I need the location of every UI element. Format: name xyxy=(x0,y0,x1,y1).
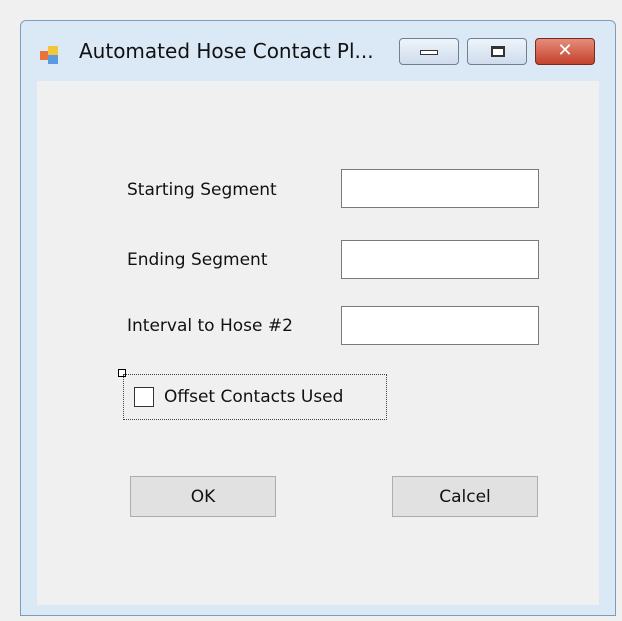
offset-contacts-checkbox-group[interactable]: Offset Contacts Used xyxy=(123,374,387,420)
title-bar[interactable]: Automated Hose Contact Pl... ✕ xyxy=(21,21,615,83)
interval-hose2-label: Interval to Hose #2 xyxy=(127,316,293,336)
window-title: Automated Hose Contact Pl... xyxy=(79,39,374,63)
app-form-icon xyxy=(40,46,58,64)
offset-contacts-checkbox[interactable] xyxy=(134,387,154,407)
ending-segment-input[interactable] xyxy=(341,240,539,279)
ending-segment-label: Ending Segment xyxy=(127,250,268,270)
close-icon: ✕ xyxy=(557,40,573,61)
cancel-button[interactable]: Calcel xyxy=(392,476,538,517)
maximize-icon xyxy=(491,46,505,57)
maximize-button[interactable] xyxy=(467,38,527,65)
minimize-icon xyxy=(420,50,438,55)
form-client-area: Starting Segment Ending Segment Interval… xyxy=(37,81,599,605)
close-button[interactable]: ✕ xyxy=(535,38,595,65)
starting-segment-input[interactable] xyxy=(341,169,539,208)
ok-button[interactable]: OK xyxy=(130,476,276,517)
interval-hose2-input[interactable] xyxy=(341,306,539,345)
minimize-button[interactable] xyxy=(399,38,459,65)
starting-segment-label: Starting Segment xyxy=(127,180,277,200)
offset-contacts-label: Offset Contacts Used xyxy=(164,387,344,407)
dialog-window: Automated Hose Contact Pl... ✕ Starting … xyxy=(20,20,616,616)
